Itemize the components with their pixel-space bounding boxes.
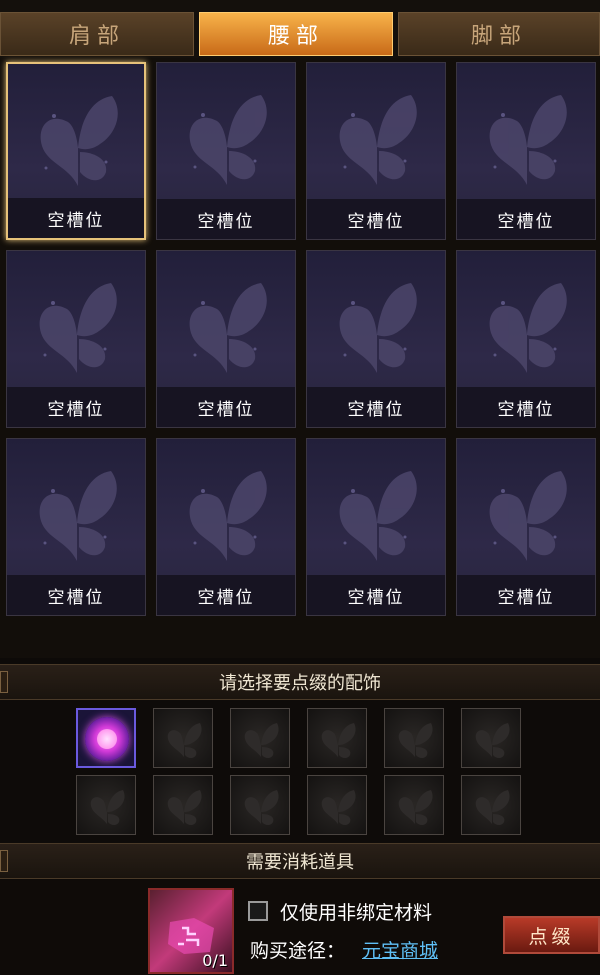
accessory-item[interactable] xyxy=(230,708,290,768)
butterfly-icon xyxy=(327,461,427,571)
accessory-slot[interactable]: 空槽位 xyxy=(456,250,596,428)
tab-waist[interactable]: 腰部 xyxy=(199,12,393,56)
butterfly-icon xyxy=(477,273,577,383)
slot-label: 空槽位 xyxy=(457,387,595,427)
butterfly-icon xyxy=(477,461,577,571)
butterfly-icon xyxy=(27,273,127,383)
non-bound-checkbox[interactable] xyxy=(248,901,268,921)
accessory-slot[interactable]: 空槽位 xyxy=(456,62,596,240)
slot-label: 空槽位 xyxy=(8,198,144,238)
butterfly-icon xyxy=(327,273,427,383)
accessory-slot[interactable]: 空槽位 xyxy=(306,438,446,616)
accessory-item[interactable] xyxy=(461,775,521,835)
slot-label: 空槽位 xyxy=(7,387,145,427)
accessory-section-title: 请选择要点缀的配饰 xyxy=(219,673,381,694)
consume-section-header: 需要消耗道具 xyxy=(0,843,600,879)
slot-label: 空槽位 xyxy=(307,575,445,615)
tab-bar: 肩部 腰部 脚部 xyxy=(0,0,600,58)
accessory-item[interactable] xyxy=(153,708,213,768)
tab-shoulder[interactable]: 肩部 xyxy=(0,12,194,56)
slot-label: 空槽位 xyxy=(307,387,445,427)
accessory-item[interactable] xyxy=(76,775,136,835)
accessory-item[interactable] xyxy=(230,775,290,835)
shop-link[interactable]: 元宝商城 xyxy=(362,936,438,963)
slot-label: 空槽位 xyxy=(157,387,295,427)
accessory-grid xyxy=(0,700,600,845)
accessory-slot[interactable]: 空槽位 xyxy=(306,250,446,428)
butterfly-icon xyxy=(477,85,577,195)
slot-label: 空槽位 xyxy=(157,199,295,239)
accessory-item[interactable] xyxy=(307,708,367,768)
purchase-label: 购买途径： xyxy=(250,940,346,962)
accessory-slot[interactable]: 空槽位 xyxy=(156,62,296,240)
butterfly-icon xyxy=(177,461,277,571)
material-item[interactable]: 0/1 xyxy=(148,888,234,974)
butterfly-icon xyxy=(27,461,127,571)
slot-grid: 空槽位 空槽位 空槽位 空槽位 空槽位 空槽位 空槽位 空槽位 空槽位 空槽位 … xyxy=(0,58,600,658)
accessory-slot[interactable]: 空槽位 xyxy=(456,438,596,616)
slot-label: 空槽位 xyxy=(457,199,595,239)
tab-feet[interactable]: 脚部 xyxy=(398,12,600,56)
slot-label: 空槽位 xyxy=(7,575,145,615)
embellish-button[interactable]: 点缀 xyxy=(503,916,600,954)
accessory-item[interactable] xyxy=(384,708,444,768)
consume-section-title: 需要消耗道具 xyxy=(246,852,354,873)
accessory-slot[interactable]: 空槽位 xyxy=(156,250,296,428)
accessory-slot[interactable]: 空槽位 xyxy=(306,62,446,240)
non-bound-label: 仅使用非绑定材料 xyxy=(280,902,433,924)
accessory-slot[interactable]: 空槽位 xyxy=(6,62,146,240)
accessory-slot[interactable]: 空槽位 xyxy=(6,438,146,616)
accessory-item[interactable] xyxy=(461,708,521,768)
material-quantity: 0/1 xyxy=(202,951,228,970)
purple-orb-icon xyxy=(85,717,129,761)
accessory-item[interactable] xyxy=(153,775,213,835)
accessory-item[interactable] xyxy=(307,775,367,835)
slot-label: 空槽位 xyxy=(307,199,445,239)
butterfly-icon xyxy=(28,86,128,196)
accessory-item[interactable] xyxy=(76,708,136,768)
bottom-panel: 0/1 仅使用非绑定材料 购买途径： 元宝商城 点缀 xyxy=(0,880,600,975)
accessory-item[interactable] xyxy=(384,775,444,835)
butterfly-icon xyxy=(177,273,277,383)
accessory-slot[interactable]: 空槽位 xyxy=(156,438,296,616)
accessory-section-header: 请选择要点缀的配饰 xyxy=(0,664,600,700)
slot-label: 空槽位 xyxy=(157,575,295,615)
slot-label: 空槽位 xyxy=(457,575,595,615)
accessory-slot[interactable]: 空槽位 xyxy=(6,250,146,428)
butterfly-icon xyxy=(327,85,427,195)
butterfly-icon xyxy=(177,85,277,195)
